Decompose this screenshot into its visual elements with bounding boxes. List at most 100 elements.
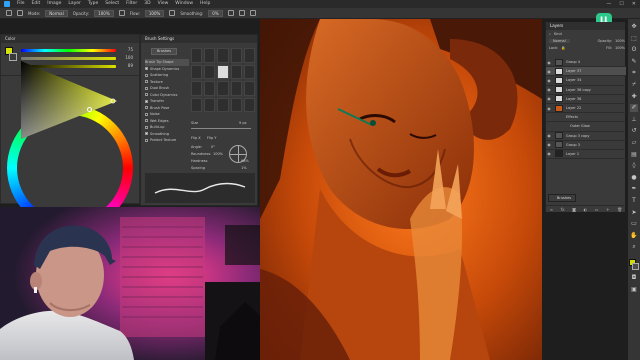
folder-icon[interactable]: ▭ xyxy=(595,207,599,212)
checkbox[interactable] xyxy=(145,67,148,71)
layer-row[interactable]: ◉ Layer 22 xyxy=(546,104,626,114)
brush-tip[interactable] xyxy=(191,81,203,96)
marquee-tool-icon[interactable]: ⬚ xyxy=(630,35,638,43)
hardness-value[interactable]: 98% xyxy=(241,159,249,163)
saturation-triangle[interactable] xyxy=(17,57,119,139)
lasso-tool-icon[interactable]: ʘ xyxy=(630,46,638,54)
menu-view[interactable]: View xyxy=(158,0,169,8)
brush-preset-icon[interactable] xyxy=(17,10,23,16)
eyedropper-icon[interactable]: ⌿ xyxy=(630,81,638,89)
brush-tip[interactable] xyxy=(243,81,255,96)
checkbox[interactable] xyxy=(145,99,148,103)
brush-tip[interactable] xyxy=(191,97,203,112)
layer-row[interactable]: ◉ Layer 36 xyxy=(546,95,626,104)
brush-tip[interactable] xyxy=(204,97,216,112)
eye-icon[interactable]: ◉ xyxy=(546,96,552,101)
pressure-opacity-icon[interactable] xyxy=(118,10,125,16)
close-button[interactable]: ✕ xyxy=(632,0,636,8)
lock-icon[interactable]: 🔒 xyxy=(561,46,565,50)
brush-tip[interactable] xyxy=(217,81,229,96)
type-tool-icon[interactable]: T xyxy=(630,197,638,205)
quick-select-icon[interactable]: ✎ xyxy=(630,58,638,66)
link-icon[interactable]: ∞ xyxy=(550,207,553,212)
brush-tip[interactable] xyxy=(230,64,242,79)
zoom-tool-icon[interactable]: ⌕ xyxy=(630,243,638,251)
mask-icon[interactable]: ◙ xyxy=(572,207,576,212)
roundness-value[interactable]: 100% xyxy=(213,152,223,156)
option-protect-texture[interactable]: Protect Texture xyxy=(145,137,189,144)
brush-tip[interactable] xyxy=(204,48,216,63)
brush-tip[interactable] xyxy=(230,97,242,112)
brush-tip[interactable] xyxy=(230,48,242,63)
brush-tool-icon[interactable]: ✐ xyxy=(630,104,638,113)
flip-y-checkbox[interactable]: Flip Y xyxy=(207,136,216,140)
checkbox[interactable] xyxy=(145,86,148,90)
layer-row[interactable]: ◉ Layer 37 xyxy=(546,67,626,77)
blur-icon[interactable]: ◊ xyxy=(630,162,638,170)
eraser-icon[interactable]: ▱ xyxy=(630,139,638,147)
airbrush-icon[interactable] xyxy=(169,10,176,16)
background-color-swatch[interactable] xyxy=(9,53,17,61)
menu-edit[interactable]: Edit xyxy=(32,0,41,8)
flip-x-checkbox[interactable]: Flip X xyxy=(191,136,201,140)
menu-select[interactable]: Select xyxy=(105,0,119,8)
checkbox[interactable] xyxy=(145,119,148,123)
brush-tip[interactable] xyxy=(243,97,255,112)
menu-filter[interactable]: Filter xyxy=(126,0,137,8)
brush-tip-selected[interactable] xyxy=(217,64,229,79)
opacity-field[interactable]: 100% xyxy=(94,9,114,17)
trash-icon[interactable]: 🗑 xyxy=(617,207,622,212)
brush-tip[interactable] xyxy=(243,64,255,79)
layer-effect-row[interactable]: Outer Glow xyxy=(546,122,626,132)
angle-value[interactable]: 0° xyxy=(211,145,215,149)
brush-tip[interactable] xyxy=(217,97,229,112)
layer-kind-dropdown[interactable]: Kind xyxy=(554,32,562,36)
eye-icon[interactable]: ◉ xyxy=(546,87,552,92)
color-swatches[interactable] xyxy=(629,258,639,271)
menu-help[interactable]: Help xyxy=(200,0,210,8)
new-layer-icon[interactable]: + xyxy=(606,207,609,212)
eye-icon[interactable]: ◉ xyxy=(546,106,552,111)
maximize-button[interactable]: ☐ xyxy=(619,0,623,8)
eye-icon[interactable]: ◉ xyxy=(546,142,552,147)
adjustment-icon[interactable]: ◐ xyxy=(584,207,588,212)
move-tool-icon[interactable]: ✥ xyxy=(630,23,638,31)
quick-mask-icon[interactable]: ◘ xyxy=(630,274,638,282)
dodge-icon[interactable]: ● xyxy=(630,174,638,182)
size-value[interactable]: 9 px xyxy=(239,121,247,125)
layer-row[interactable]: ◉ Group 3 copy xyxy=(546,132,626,141)
background-color-swatch[interactable] xyxy=(632,262,639,270)
shape-tool-icon[interactable]: ▭ xyxy=(630,220,638,228)
menu-image[interactable]: Image xyxy=(47,0,61,8)
brush-tip[interactable] xyxy=(204,81,216,96)
path-select-icon[interactable]: ➤ xyxy=(630,209,638,217)
spacing-value[interactable]: 1% xyxy=(241,166,247,170)
document-canvas[interactable] xyxy=(260,19,542,360)
eye-icon[interactable]: ◉ xyxy=(546,60,552,65)
menu-3d[interactable]: 3D xyxy=(144,0,150,8)
checkbox[interactable] xyxy=(145,125,148,129)
layer-row[interactable]: ◉ Group 4 xyxy=(546,58,626,68)
pen-tool-icon[interactable]: ✒ xyxy=(630,185,638,193)
hue-handle[interactable] xyxy=(87,107,92,112)
brushes-panel-tab[interactable]: Brushes xyxy=(548,194,576,202)
layer-row[interactable]: ◉ Layer 36 copy xyxy=(546,86,626,95)
checkbox[interactable] xyxy=(145,112,148,116)
smoothing-field[interactable]: 0% xyxy=(208,9,223,17)
crop-tool-icon[interactable]: ⌗ xyxy=(630,69,638,77)
brush-tip[interactable] xyxy=(217,48,229,63)
home-icon[interactable] xyxy=(6,10,12,16)
eye-icon[interactable]: ◉ xyxy=(546,133,552,138)
layer-row[interactable]: ◉ Layer 34 xyxy=(546,76,626,86)
checkbox[interactable] xyxy=(145,132,148,136)
menu-type[interactable]: Type xyxy=(88,0,98,8)
checkbox[interactable] xyxy=(145,93,148,97)
brush-tip[interactable] xyxy=(191,64,203,79)
pressure-size-icon[interactable] xyxy=(238,10,245,16)
menu-window[interactable]: Window xyxy=(175,0,193,8)
eye-icon[interactable]: ◉ xyxy=(546,69,552,74)
layer-row[interactable]: ◉ Layer 1 xyxy=(546,150,626,160)
eye-icon[interactable]: ◉ xyxy=(546,78,552,83)
healing-brush-icon[interactable]: ✚ xyxy=(630,93,638,101)
hue-slider[interactable] xyxy=(21,49,116,52)
